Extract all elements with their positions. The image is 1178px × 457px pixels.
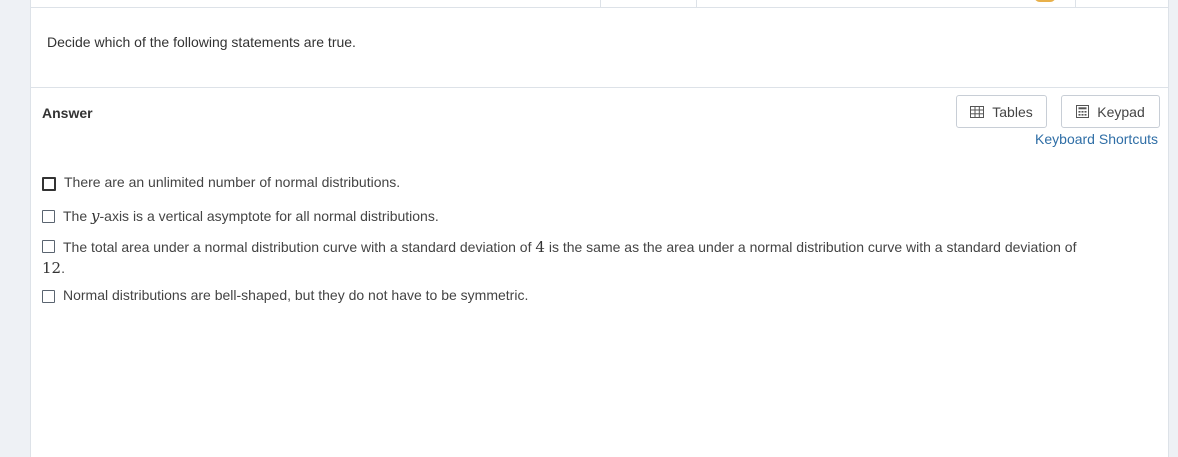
keypad-button[interactable]: Keypad bbox=[1061, 95, 1160, 128]
option-3-text-mid: is the same as the area under a normal d… bbox=[544, 239, 1077, 255]
question-panel: Decide which of the following statements… bbox=[30, 0, 1169, 457]
tables-button[interactable]: Tables bbox=[956, 95, 1047, 128]
question-prompt: Decide which of the following statements… bbox=[47, 34, 356, 50]
option-2[interactable]: The y-axis is a vertical asymptote for a… bbox=[42, 207, 1152, 225]
option-3[interactable]: The total area under a normal distributi… bbox=[42, 237, 1157, 279]
math-variable: y bbox=[91, 207, 100, 225]
option-1-text: There are an unlimited number of normal … bbox=[64, 174, 401, 190]
option-3-text-pre: The total area under a normal distributi… bbox=[63, 239, 536, 255]
table-icon bbox=[970, 105, 985, 118]
option-2-checkbox[interactable] bbox=[42, 210, 55, 223]
option-2-text-post: -axis is a vertical asymptote for all no… bbox=[99, 208, 439, 224]
option-4[interactable]: Normal distributions are bell-shaped, bu… bbox=[42, 287, 1152, 303]
option-4-text: Normal distributions are bell-shaped, bu… bbox=[63, 287, 529, 303]
answer-label: Answer bbox=[42, 105, 93, 121]
math-number: 12 bbox=[42, 259, 62, 277]
status-indicator-icon bbox=[1034, 0, 1056, 2]
math-number: 4 bbox=[535, 238, 545, 256]
keypad-label: Keypad bbox=[1097, 103, 1145, 120]
toolbar-divider bbox=[696, 0, 697, 7]
toolbar-divider bbox=[600, 0, 601, 7]
option-2-text: The y-axis is a vertical asymptote for a… bbox=[63, 207, 439, 225]
toolbar-divider bbox=[1075, 0, 1076, 7]
calculator-icon bbox=[1076, 105, 1090, 118]
top-toolbar-strip bbox=[31, 0, 1168, 8]
option-3-checkbox[interactable] bbox=[42, 240, 55, 253]
keyboard-shortcuts-link[interactable]: Keyboard Shortcuts bbox=[1035, 131, 1158, 147]
option-1[interactable]: There are an unlimited number of normal … bbox=[42, 174, 1152, 191]
option-2-text-pre: The bbox=[63, 208, 92, 224]
option-1-checkbox[interactable] bbox=[42, 177, 56, 191]
tables-label: Tables bbox=[992, 103, 1033, 120]
divider bbox=[31, 87, 1168, 88]
option-3-text-post: . bbox=[61, 260, 65, 276]
option-4-checkbox[interactable] bbox=[42, 290, 55, 303]
